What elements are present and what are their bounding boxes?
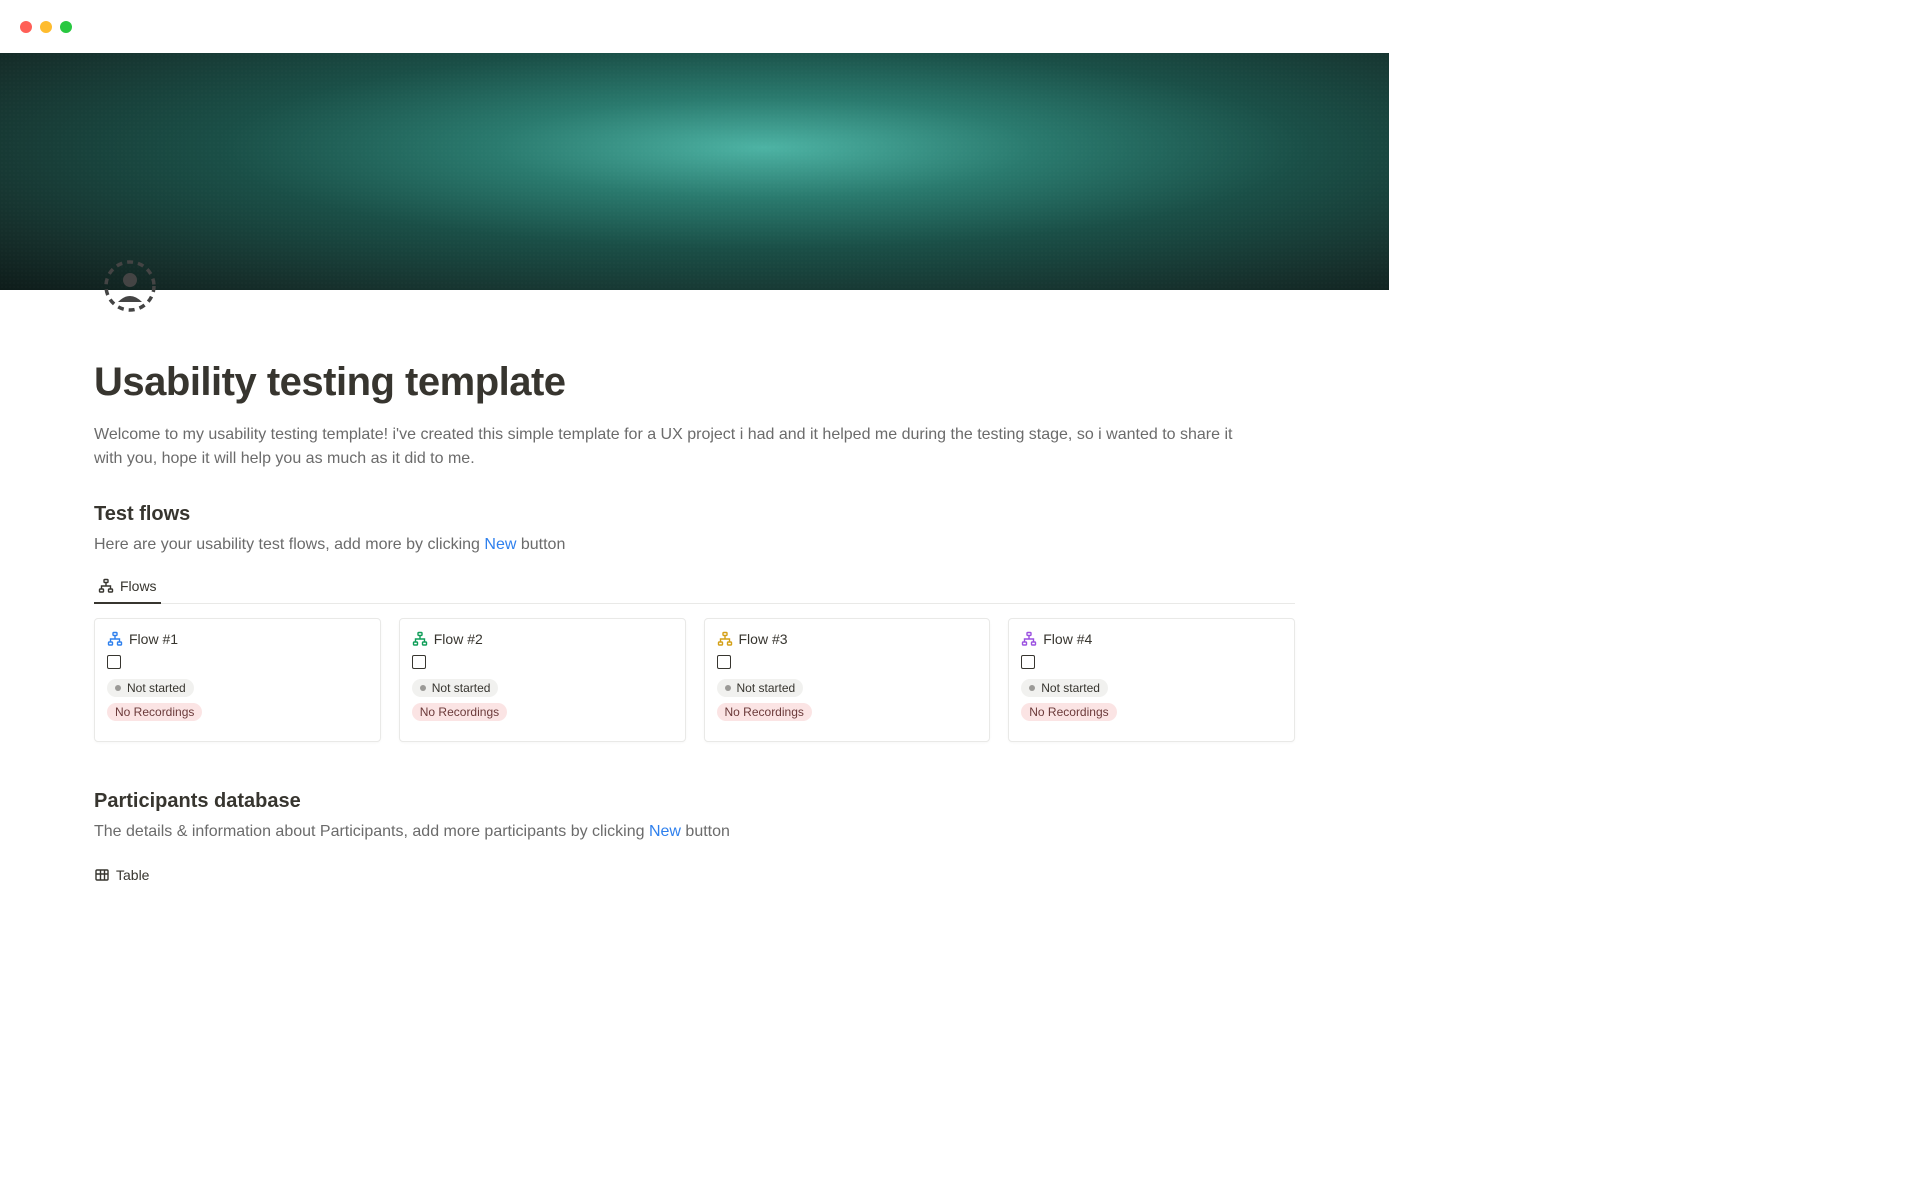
flow-checkbox[interactable] [717, 655, 731, 669]
cover-image [0, 53, 1389, 290]
page-title[interactable]: Usability testing template [94, 360, 1295, 405]
test-flows-heading[interactable]: Test flows [94, 503, 1295, 526]
test-flows-sub-suffix: button [516, 536, 565, 553]
status-badge: Not started [1021, 679, 1108, 697]
recording-badge: No Recordings [412, 703, 507, 721]
sitemap-icon [717, 631, 733, 647]
sitemap-icon [1021, 631, 1037, 647]
new-link: New [649, 823, 681, 840]
flows-cards-container: Flow #1 Not started No Recordings Flow #… [94, 618, 1295, 742]
flow-card-title: Flow #4 [1043, 631, 1092, 647]
page-content: Usability testing template Welcome to my… [0, 290, 1389, 883]
flow-checkbox[interactable] [107, 655, 121, 669]
table-icon [94, 867, 110, 883]
participants-subtext[interactable]: The details & information about Particip… [94, 823, 1295, 841]
test-flows-subtext[interactable]: Here are your usability test flows, add … [94, 536, 1295, 554]
sitemap-icon [412, 631, 428, 647]
test-flows-sub-prefix: Here are your usability test flows, add … [94, 536, 484, 553]
flow-checkbox[interactable] [1021, 655, 1035, 669]
status-badge: Not started [412, 679, 499, 697]
tab-table[interactable]: Table [94, 859, 1295, 883]
page-icon[interactable] [102, 258, 158, 314]
page-intro[interactable]: Welcome to my usability testing template… [94, 423, 1264, 471]
flow-card[interactable]: Flow #1 Not started No Recordings [94, 618, 381, 742]
sitemap-icon [107, 631, 123, 647]
flow-card-title: Flow #1 [129, 631, 178, 647]
flow-checkbox[interactable] [412, 655, 426, 669]
flow-card[interactable]: Flow #3 Not started No Recordings [704, 618, 991, 742]
recording-badge: No Recordings [107, 703, 202, 721]
status-badge: Not started [717, 679, 804, 697]
status-badge: Not started [107, 679, 194, 697]
recording-badge: No Recordings [1021, 703, 1116, 721]
flow-card-title: Flow #2 [434, 631, 483, 647]
participants-heading[interactable]: Participants database [94, 790, 1295, 813]
sitemap-icon [98, 578, 114, 594]
participants-sub-prefix: The details & information about Particip… [94, 823, 649, 840]
tab-flows[interactable]: Flows [94, 572, 161, 604]
recording-badge: No Recordings [717, 703, 812, 721]
flow-card[interactable]: Flow #4 Not started No Recordings [1008, 618, 1295, 742]
window-maximize-button[interactable] [60, 21, 72, 33]
participants-sub-suffix: button [681, 823, 730, 840]
flows-tabbar: Flows [94, 572, 1295, 604]
flow-card[interactable]: Flow #2 Not started No Recordings [399, 618, 686, 742]
flow-card-title: Flow #3 [739, 631, 788, 647]
window-minimize-button[interactable] [40, 21, 52, 33]
tab-flows-label: Flows [120, 578, 157, 594]
window-titlebar [0, 0, 1389, 53]
tab-table-label: Table [116, 867, 149, 883]
new-link: New [484, 536, 516, 553]
window-close-button[interactable] [20, 21, 32, 33]
participants-section: Participants database The details & info… [94, 790, 1295, 883]
